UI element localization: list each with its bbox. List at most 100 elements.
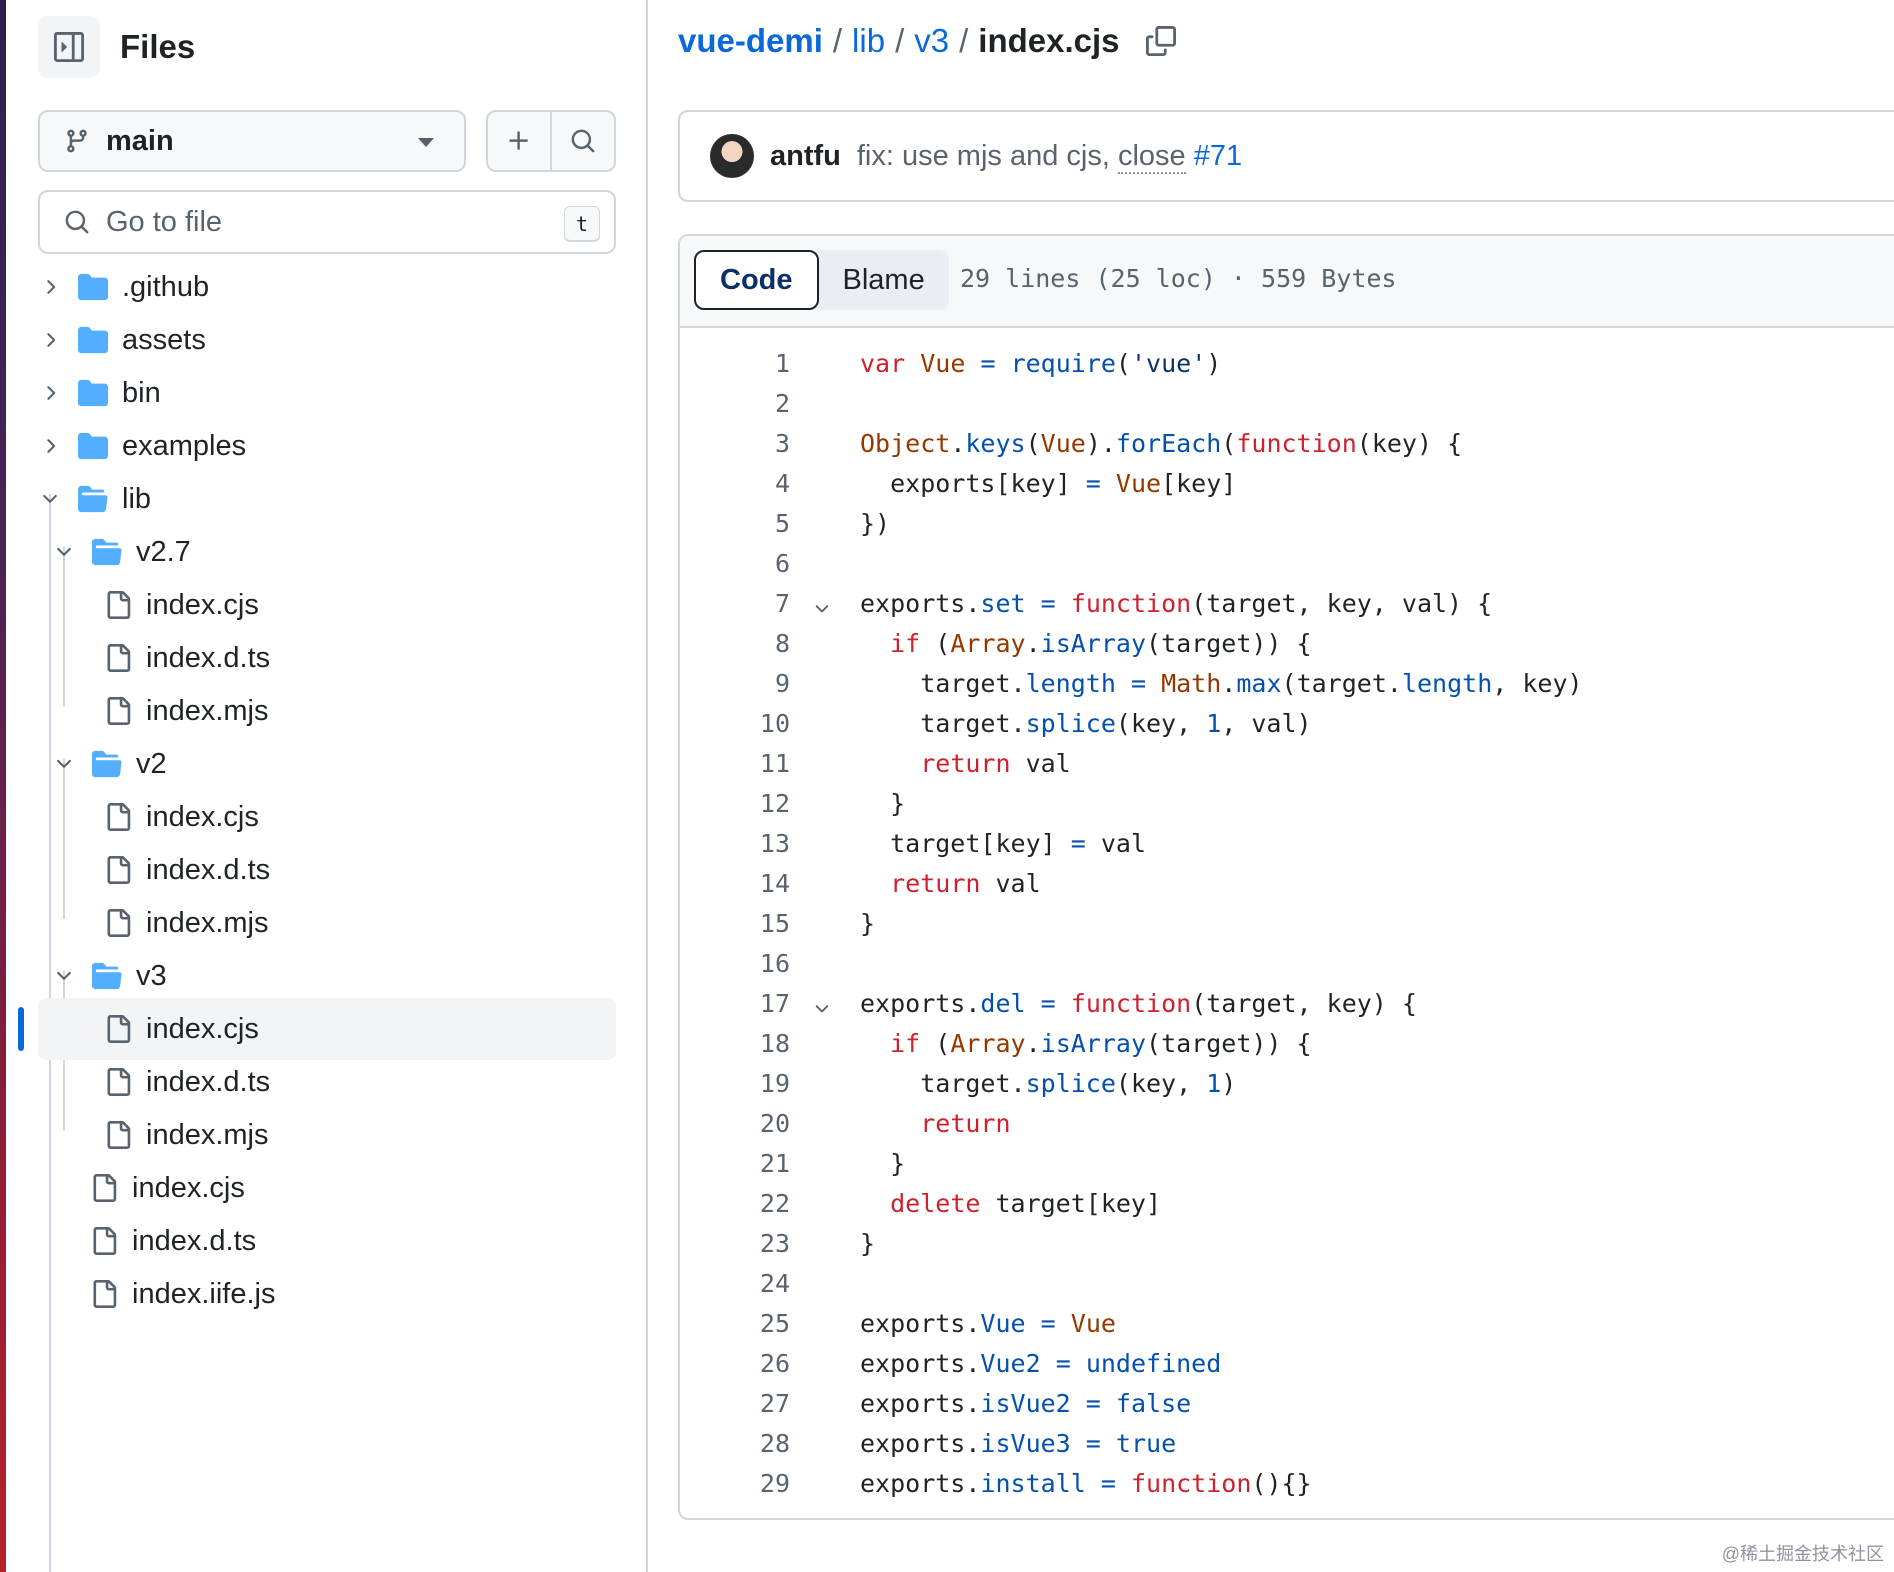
breadcrumb-lib-link[interactable]: lib xyxy=(852,22,885,60)
code-line[interactable]: 2 xyxy=(680,384,1894,424)
tree-toggle[interactable] xyxy=(38,276,62,298)
tab-blame[interactable]: Blame xyxy=(818,250,949,310)
line-number[interactable]: 27 xyxy=(680,1384,790,1424)
code-text: }) xyxy=(860,504,890,544)
code-line[interactable]: 10 target.splice(key, 1, val) xyxy=(680,704,1894,744)
file-tree-sidebar: Files main Go to file t .github assets bin… xyxy=(6,0,648,1572)
code-line[interactable]: 18 if (Array.isArray(target)) { xyxy=(680,1024,1894,1064)
tree-toggle[interactable] xyxy=(38,488,62,510)
code-text: exports[key] = Vue[key] xyxy=(860,464,1236,504)
code-line[interactable]: 4 exports[key] = Vue[key] xyxy=(680,464,1894,504)
search-files-button[interactable] xyxy=(552,112,614,170)
line-number[interactable]: 16 xyxy=(680,944,790,984)
code-line[interactable]: 26 exports.Vue2 = undefined xyxy=(680,1344,1894,1384)
line-number[interactable]: 3 xyxy=(680,424,790,464)
code-line[interactable]: 25 exports.Vue = Vue xyxy=(680,1304,1894,1344)
tree-toggle[interactable] xyxy=(38,435,62,457)
line-number[interactable]: 7 xyxy=(680,584,790,624)
commit-message[interactable]: fix: use mjs and cjs, close #71 xyxy=(857,139,1242,174)
line-number[interactable]: 10 xyxy=(680,704,790,744)
code-line[interactable]: 28 exports.isVue3 = true xyxy=(680,1424,1894,1464)
code-line[interactable]: 16 xyxy=(680,944,1894,984)
line-number[interactable]: 14 xyxy=(680,864,790,904)
line-number[interactable]: 22 xyxy=(680,1184,790,1224)
fold-toggle[interactable] xyxy=(812,596,832,625)
code-line[interactable]: 15} xyxy=(680,904,1894,944)
code-line[interactable]: 1 var Vue = require('vue') xyxy=(680,344,1894,384)
breadcrumb-repo-link[interactable]: vue-demi xyxy=(678,22,823,60)
code-token: target. xyxy=(860,1069,1026,1098)
code-text: var Vue = require('vue') xyxy=(860,344,1221,384)
add-file-button[interactable] xyxy=(488,112,552,170)
line-number[interactable]: 1 xyxy=(680,344,790,384)
avatar[interactable] xyxy=(710,134,754,178)
file-icon xyxy=(107,1015,131,1043)
chevron-right-icon xyxy=(47,386,56,400)
code-line[interactable]: 21 } xyxy=(680,1144,1894,1184)
code-line[interactable]: 17 exports.del = function(target, key) { xyxy=(680,984,1894,1024)
code-token: (target. xyxy=(1281,669,1402,698)
line-number[interactable]: 2 xyxy=(680,384,790,424)
line-number[interactable]: 15 xyxy=(680,904,790,944)
tree-toggle[interactable] xyxy=(38,382,62,404)
branch-selector[interactable]: main xyxy=(38,110,466,172)
line-number[interactable]: 8 xyxy=(680,624,790,664)
commit-author[interactable]: antfu xyxy=(770,140,841,173)
code-line[interactable]: 13 target[key] = val xyxy=(680,824,1894,864)
line-number[interactable]: 13 xyxy=(680,824,790,864)
breadcrumb-v3-link[interactable]: v3 xyxy=(914,22,949,60)
fold-toggle[interactable] xyxy=(812,996,832,1025)
line-number[interactable]: 24 xyxy=(680,1264,790,1304)
code-line[interactable]: 14 return val xyxy=(680,864,1894,904)
line-number[interactable]: 17 xyxy=(680,984,790,1024)
code-line[interactable]: 12 } xyxy=(680,784,1894,824)
code-line[interactable]: 5}) xyxy=(680,504,1894,544)
code-line[interactable]: 6 xyxy=(680,544,1894,584)
code-line[interactable]: 27 exports.isVue2 = false xyxy=(680,1384,1894,1424)
code-token: Object xyxy=(860,429,951,458)
line-number[interactable]: 28 xyxy=(680,1424,790,1464)
tree-toggle[interactable] xyxy=(52,965,76,987)
commit-pr-link[interactable]: #71 xyxy=(1194,140,1242,172)
line-number[interactable]: 18 xyxy=(680,1024,790,1064)
sidebar-header: Files xyxy=(38,16,195,78)
tab-code[interactable]: Code xyxy=(694,250,819,310)
code-line[interactable]: 19 target.splice(key, 1) xyxy=(680,1064,1894,1104)
line-number[interactable]: 9 xyxy=(680,664,790,704)
line-number[interactable]: 29 xyxy=(680,1464,790,1504)
line-number[interactable]: 21 xyxy=(680,1144,790,1184)
tree-toggle[interactable] xyxy=(52,753,76,775)
code-line[interactable]: 24 xyxy=(680,1264,1894,1304)
code-token: set xyxy=(980,589,1026,618)
tree-toggle[interactable] xyxy=(38,329,62,351)
line-number[interactable]: 5 xyxy=(680,504,790,544)
code-line[interactable]: 22 delete target[key] xyxy=(680,1184,1894,1224)
copy-path-button[interactable] xyxy=(1145,26,1176,56)
line-number[interactable]: 25 xyxy=(680,1304,790,1344)
code-line[interactable]: 11 return val xyxy=(680,744,1894,784)
code-line[interactable]: 8 if (Array.isArray(target)) { xyxy=(680,624,1894,664)
code-line[interactable]: 9 target.length = Math.max(target.length… xyxy=(680,664,1894,704)
line-number[interactable]: 4 xyxy=(680,464,790,504)
tree-toggle[interactable] xyxy=(52,541,76,563)
line-number[interactable]: 12 xyxy=(680,784,790,824)
line-number[interactable]: 26 xyxy=(680,1344,790,1384)
line-number[interactable]: 20 xyxy=(680,1104,790,1144)
go-to-file-input[interactable]: Go to file t xyxy=(38,190,616,254)
collapse-sidebar-button[interactable] xyxy=(38,16,100,78)
code-line[interactable]: 3 Object.keys(Vue).forEach(function(key) … xyxy=(680,424,1894,464)
code-line[interactable]: 29 exports.install = function(){} xyxy=(680,1464,1894,1504)
line-number[interactable]: 19 xyxy=(680,1064,790,1104)
chevron-right-icon xyxy=(47,280,56,294)
code-line[interactable]: 20 return xyxy=(680,1104,1894,1144)
line-number[interactable]: 23 xyxy=(680,1224,790,1264)
line-number[interactable]: 6 xyxy=(680,544,790,584)
tree-folder-icon-wrap xyxy=(78,378,108,408)
code-line[interactable]: 7 exports.set = function(target, key, val… xyxy=(680,584,1894,624)
tree-file-index-iife-js[interactable]: index.iife.js xyxy=(38,1263,616,1325)
code-line[interactable]: 23} xyxy=(680,1224,1894,1264)
line-number[interactable]: 11 xyxy=(680,744,790,784)
